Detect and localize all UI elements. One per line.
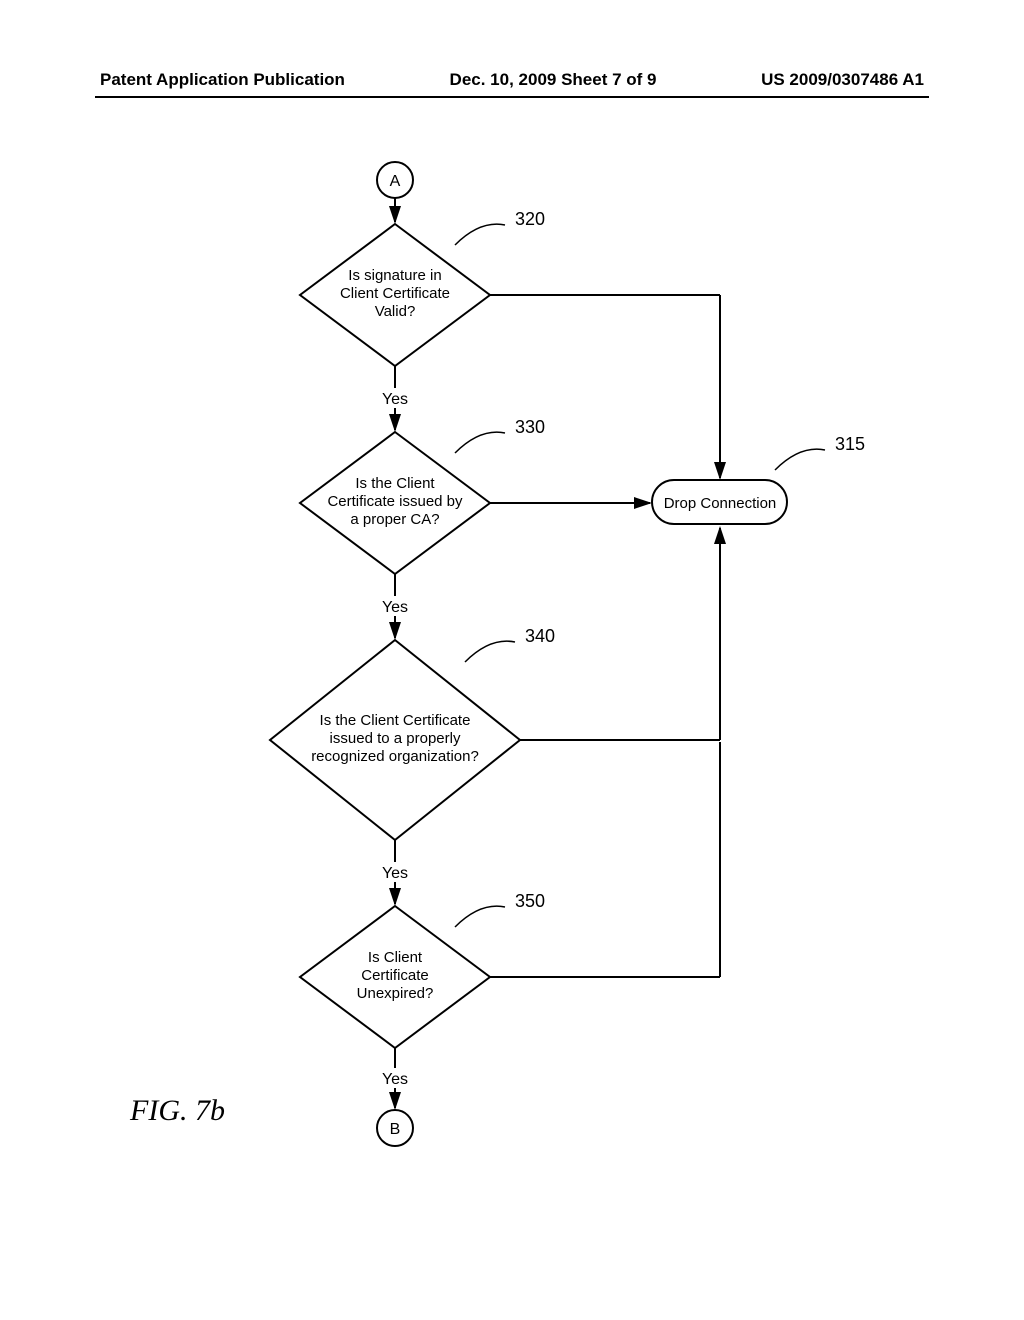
header-left: Patent Application Publication [100, 70, 345, 90]
connector-b-label: B [390, 1121, 401, 1138]
ref-leader-350 [455, 906, 505, 927]
decision-350-line1: Is Client [368, 949, 423, 966]
ref-leader-340 [465, 641, 515, 662]
decision-330-line1: Is the Client [355, 475, 435, 492]
decision-340-line2: issued to a properly [330, 730, 461, 747]
decision-320-line1: Is signature in [348, 267, 441, 284]
connector-a-label: A [390, 173, 401, 190]
terminal-drop-label: Drop Connection [664, 495, 777, 512]
edge-d2-yes-label: Yes [382, 599, 408, 616]
decision-350-line2: Certificate [361, 967, 429, 984]
edge-d3-yes-label: Yes [382, 865, 408, 882]
edge-d4-yes-label: Yes [382, 1071, 408, 1088]
ref-340: 340 [525, 626, 555, 646]
decision-320-line3: Valid? [375, 303, 416, 320]
ref-leader-315 [775, 449, 825, 470]
decision-340-line1: Is the Client Certificate [320, 712, 471, 729]
decision-330-line2: Certificate issued by [327, 493, 463, 510]
ref-330: 330 [515, 417, 545, 437]
decision-340-line3: recognized organization? [311, 748, 479, 765]
flowchart-svg: A Is signature in Client Certificate Val… [0, 150, 1024, 1200]
decision-320-line2: Client Certificate [340, 285, 450, 302]
decision-350-line3: Unexpired? [357, 985, 434, 1002]
header-divider [95, 96, 929, 98]
figure-label: FIG. 7b [129, 1094, 225, 1127]
header-middle: Dec. 10, 2009 Sheet 7 of 9 [450, 70, 657, 90]
decision-330-line3: a proper CA? [350, 511, 439, 528]
ref-350: 350 [515, 891, 545, 911]
ref-320: 320 [515, 209, 545, 229]
ref-315: 315 [835, 434, 865, 454]
ref-leader-330 [455, 432, 505, 453]
ref-leader-320 [455, 224, 505, 245]
header-right: US 2009/0307486 A1 [761, 70, 924, 90]
edge-d1-yes-label: Yes [382, 391, 408, 408]
